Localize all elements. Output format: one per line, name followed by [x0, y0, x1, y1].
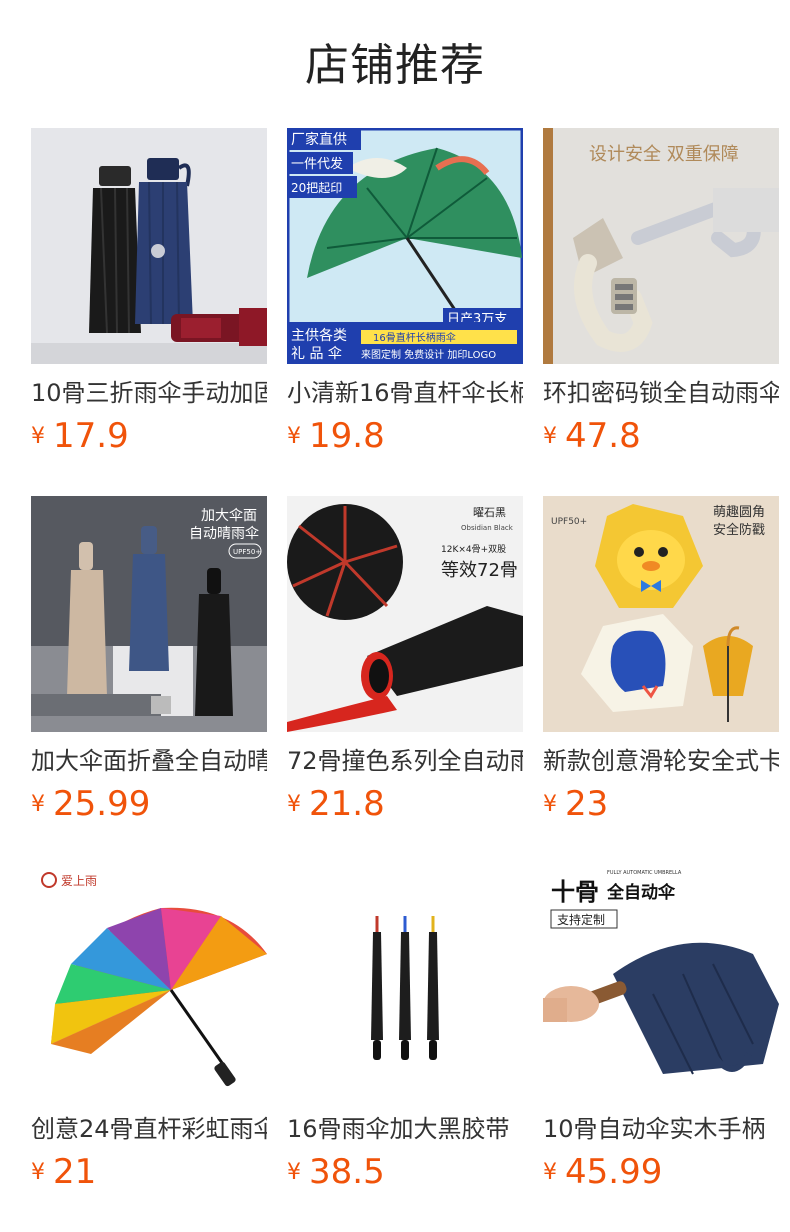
product-card[interactable]: 设计安全 双重保障 环扣密码锁全自动雨伞 ¥47.8	[543, 128, 779, 462]
price-value: 47.8	[565, 416, 641, 456]
banner-text: 爱上雨	[61, 874, 97, 888]
product-image-lock-umbrella[interactable]: 设计安全 双重保障	[543, 128, 779, 364]
product-image-cartoon-umbrellas[interactable]: UPF50+ 萌趣圆角 安全防戳	[543, 496, 779, 732]
banner-text: 曜石黑	[473, 506, 506, 519]
product-image-navy-umbrella[interactable]: FULLY AUTOMATIC UMBRELLA 十骨 全自动伞 支持定制	[543, 864, 779, 1100]
currency-symbol: ¥	[543, 423, 557, 449]
product-card[interactable]: 厂家直供 一件代发 20把起印 日产3万支 主供各类 礼 品 伞 16骨直杆长柄…	[287, 128, 523, 462]
price-value: 19.8	[309, 416, 385, 456]
product-name[interactable]: 创意24骨直杆彩虹雨伞	[31, 1112, 267, 1146]
product-price: ¥47.8	[543, 416, 779, 458]
banner-text: 安全防戳	[713, 522, 765, 538]
product-card[interactable]: 加大伞面 自动晴雨伞 UPF50+ 加大伞面折叠全自动晴雨伞 ¥25.99	[31, 496, 267, 830]
price-value: 17.9	[53, 416, 129, 456]
banner-text: 来图定制 免费设计 加印LOGO	[361, 348, 496, 361]
currency-symbol: ¥	[543, 791, 557, 817]
banner-text: 20把起印	[291, 181, 342, 195]
product-name[interactable]: 小清新16骨直杆伞长柄雨伞	[287, 376, 523, 410]
banner-text: 加大伞面	[201, 507, 257, 524]
product-card[interactable]: UPF50+ 萌趣圆角 安全防戳 新款创意滑轮安全式卡通伞	[543, 496, 779, 830]
banner-text: 十骨	[551, 878, 599, 906]
banner-text: 厂家直供	[291, 131, 347, 148]
currency-symbol: ¥	[31, 791, 45, 817]
banner-text: UPF50+	[233, 548, 261, 556]
product-image-72-rib-umbrella[interactable]: 曜石黑 Obsidian Black 12K×4骨+双股 等效72骨	[287, 496, 523, 732]
product-price: ¥45.99	[543, 1152, 779, 1194]
price-value: 23	[565, 784, 609, 824]
product-name[interactable]: 72骨撞色系列全自动雨伞	[287, 744, 523, 778]
price-value: 45.99	[565, 1152, 663, 1192]
currency-symbol: ¥	[31, 423, 45, 449]
product-card[interactable]: 曜石黑 Obsidian Black 12K×4骨+双股 等效72骨 72骨撞色…	[287, 496, 523, 830]
product-price: ¥38.5	[287, 1152, 523, 1194]
product-grid: 10骨三折雨伞手动加固 ¥17.9 厂家直供 一件代发 20把起印 日产3万支 …	[31, 128, 779, 1198]
product-price: ¥17.9	[31, 416, 267, 458]
banner-text: 萌趣圆角	[713, 505, 765, 520]
banner-text: 设计安全 双重保障	[589, 144, 739, 165]
product-card[interactable]: 爱上雨 创意24骨直杆彩虹雨伞 ¥21	[31, 864, 267, 1198]
price-value: 21	[53, 1152, 97, 1192]
price-value: 38.5	[309, 1152, 385, 1192]
banner-text: 一件代发	[291, 156, 343, 172]
product-image-green-umbrella[interactable]: 厂家直供 一件代发 20把起印 日产3万支 主供各类 礼 品 伞 16骨直杆长柄…	[287, 128, 523, 364]
banner-text: 主供各类	[291, 328, 347, 344]
product-name[interactable]: 新款创意滑轮安全式卡通伞	[543, 744, 779, 778]
product-image-long-umbrellas[interactable]	[287, 864, 523, 1100]
product-card[interactable]: 10骨三折雨伞手动加固 ¥17.9	[31, 128, 267, 462]
banner-text: FULLY AUTOMATIC UMBRELLA	[607, 870, 682, 876]
product-card[interactable]: 16骨雨伞加大黑胶带 ¥38.5	[287, 864, 523, 1198]
banner-text: 12K×4骨+双股	[441, 544, 506, 555]
banner-text: 全自动伞	[606, 882, 676, 903]
product-image-folding-umbrellas[interactable]: 加大伞面 自动晴雨伞 UPF50+	[31, 496, 267, 732]
page: 店铺推荐 10骨三折雨伞手动加固 ¥ 17.9 厂家直供 一件代发 20把起印 …	[0, 0, 790, 1232]
section-title: 店铺推荐	[305, 40, 485, 91]
banner-text: 自动晴雨伞	[189, 525, 259, 542]
price-value: 21.8	[309, 784, 385, 824]
product-name[interactable]: 16骨雨伞加大黑胶带	[287, 1112, 523, 1146]
product-name[interactable]: 加大伞面折叠全自动晴雨伞	[31, 744, 267, 778]
currency-symbol: ¥	[287, 423, 301, 449]
currency-symbol: ¥	[31, 1159, 45, 1185]
product-price: ¥21.8	[287, 784, 523, 826]
product-price: ¥25.99	[31, 784, 267, 826]
currency-symbol: ¥	[287, 1159, 301, 1185]
product-price: ¥19.8	[287, 416, 523, 458]
product-price: ¥23	[543, 784, 779, 826]
product-image-rainbow-umbrella[interactable]: 爱上雨	[31, 864, 267, 1100]
product-name[interactable]: 10骨自动伞实木手柄	[543, 1112, 779, 1146]
banner-text: UPF50+	[551, 517, 587, 527]
product-image-folded-umbrellas[interactable]	[31, 128, 267, 364]
currency-symbol: ¥	[543, 1159, 557, 1185]
product-price: ¥21	[31, 1152, 267, 1194]
banner-text: 16骨直杆长柄雨伞	[373, 331, 456, 344]
banner-text: 礼 品 伞	[291, 345, 342, 362]
product-name[interactable]: 10骨三折雨伞手动加固	[31, 376, 267, 410]
banner-text: Obsidian Black	[461, 524, 514, 532]
banner-text: 支持定制	[557, 912, 605, 927]
price-value: 25.99	[53, 784, 151, 824]
currency-symbol: ¥	[287, 791, 301, 817]
product-name[interactable]: 环扣密码锁全自动雨伞	[543, 376, 779, 410]
product-card[interactable]: FULLY AUTOMATIC UMBRELLA 十骨 全自动伞 支持定制 10…	[543, 864, 779, 1198]
banner-text: 等效72骨	[441, 560, 518, 581]
